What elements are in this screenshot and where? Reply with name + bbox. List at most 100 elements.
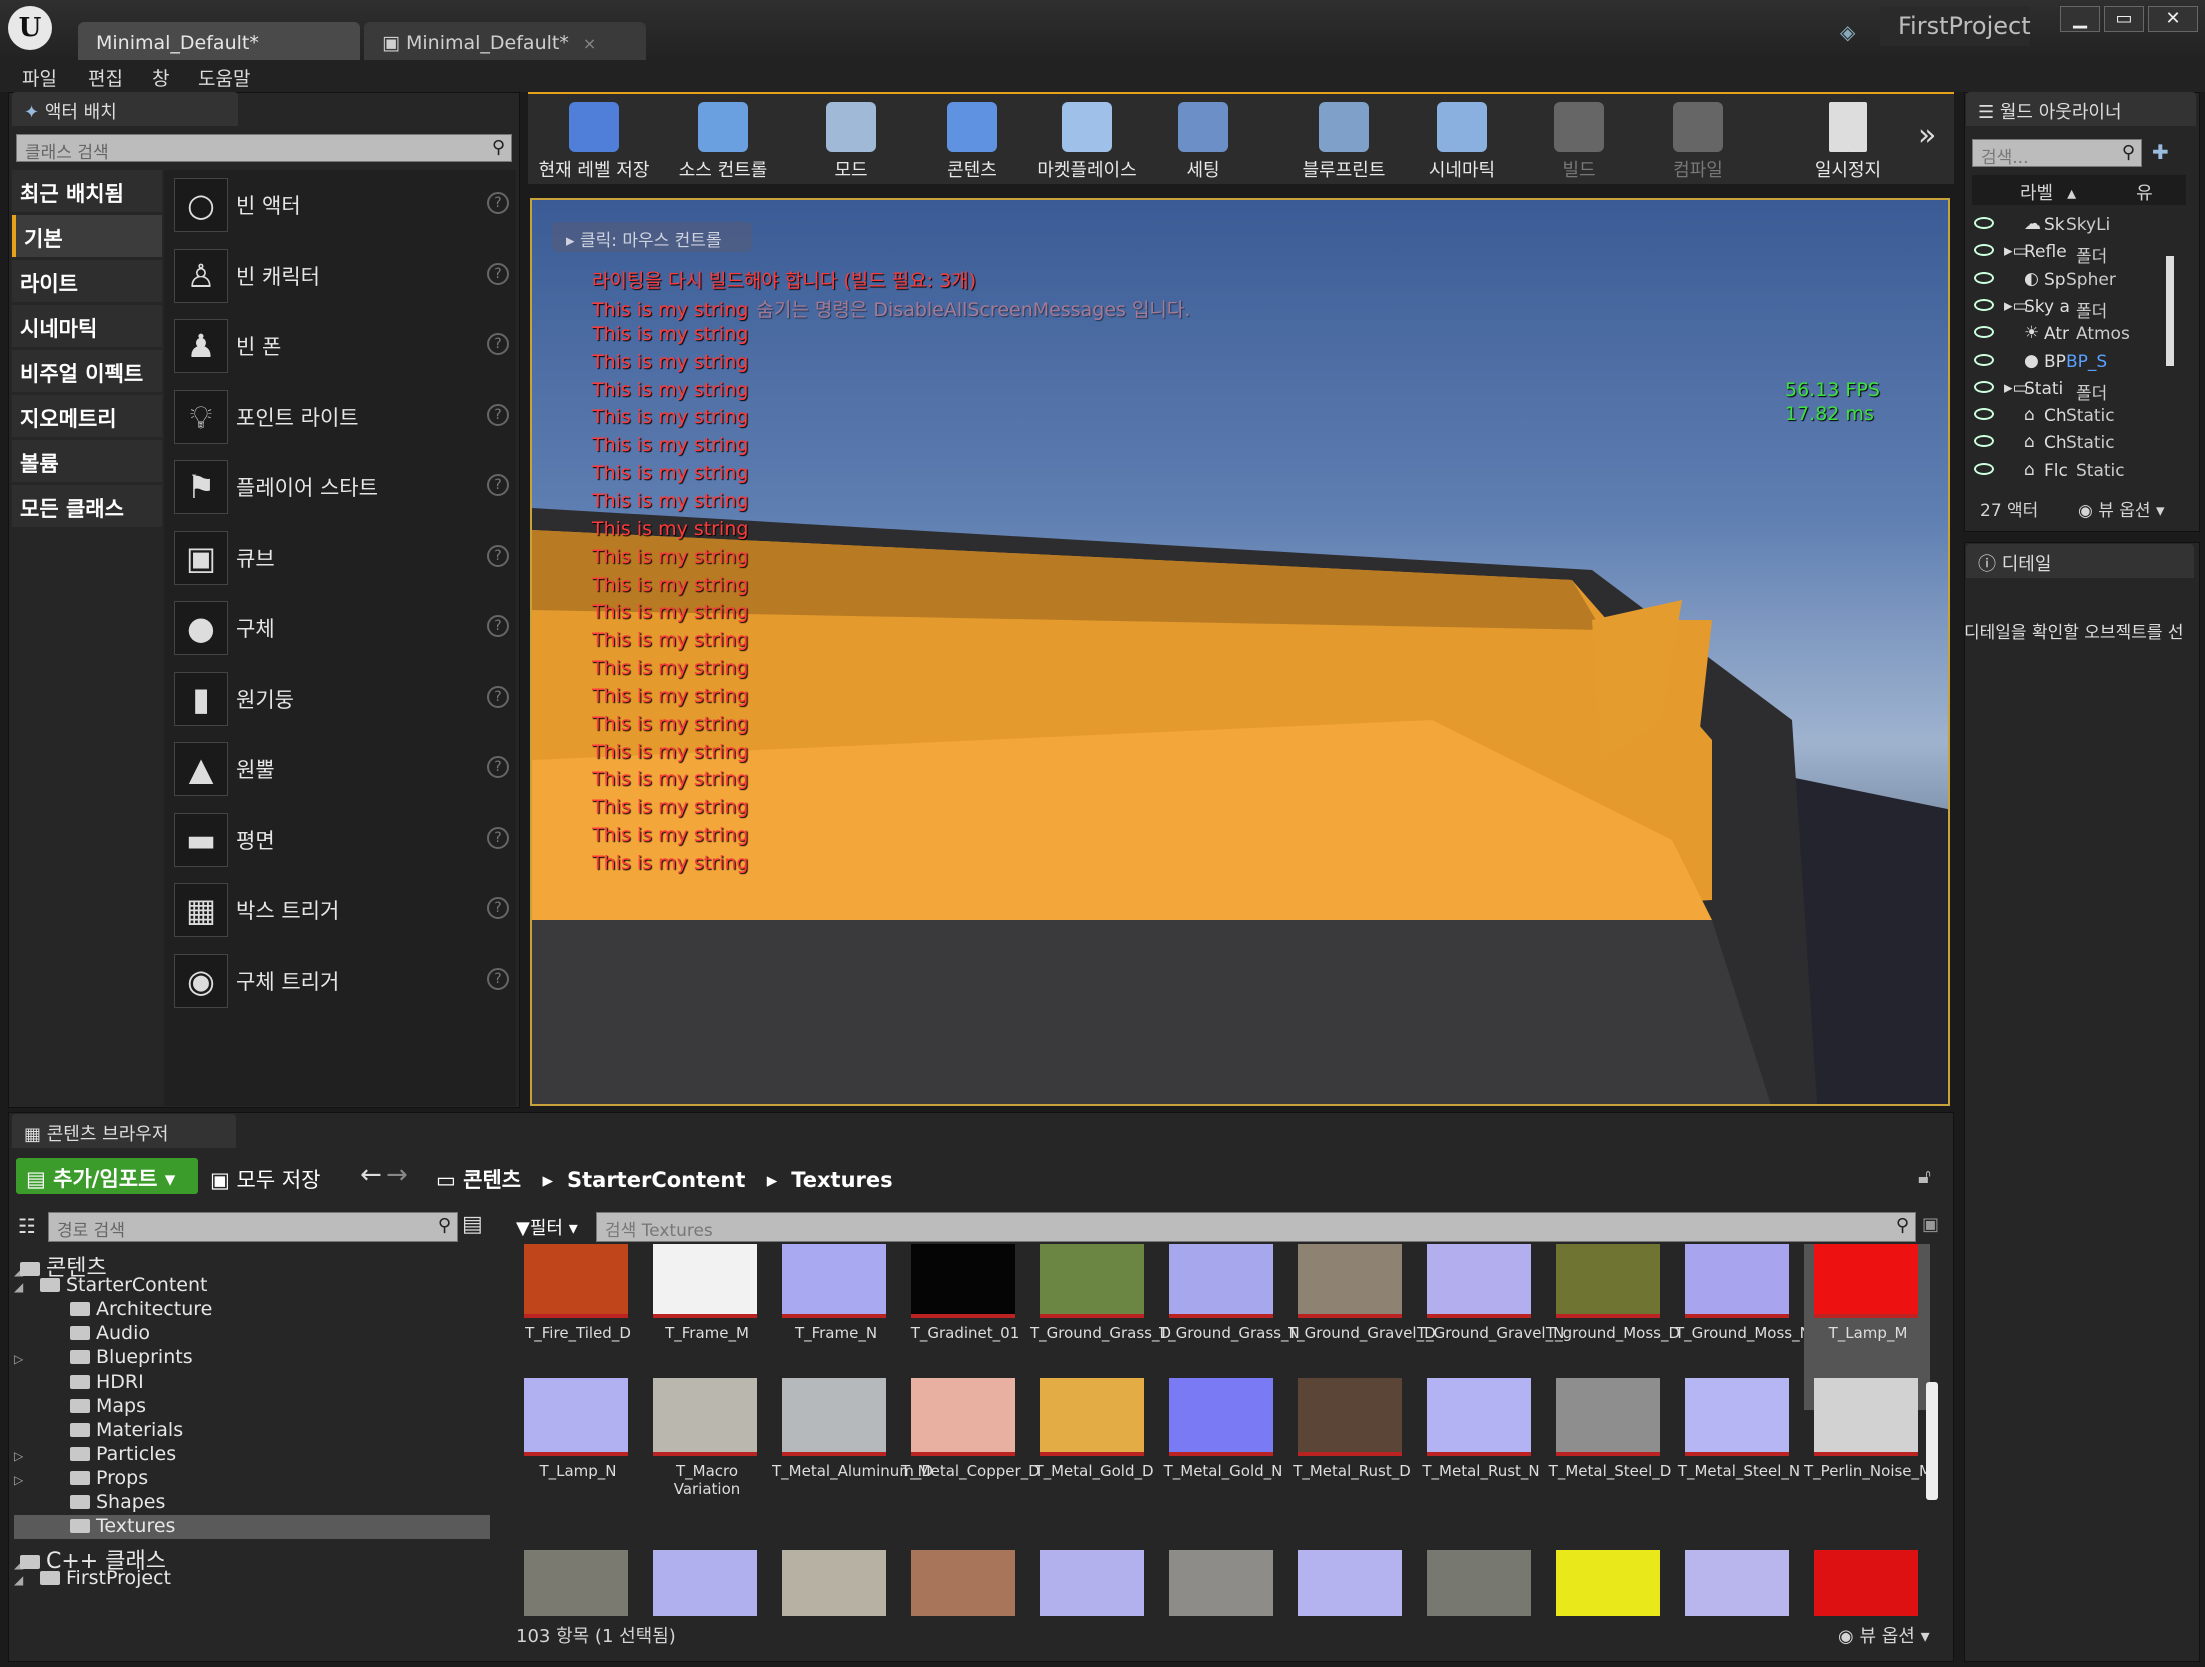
tree-folder-item[interactable]: ◢ StarterContent <box>14 1274 490 1298</box>
close-window-button[interactable]: ✕ <box>2148 6 2198 32</box>
visibility-eye-icon[interactable] <box>1974 380 1994 393</box>
help-icon[interactable]: ? <box>487 685 509 708</box>
outliner-row[interactable]: ◐ Sp Spher <box>1974 268 2180 295</box>
category-item[interactable]: 비주얼 이펙트 <box>12 350 162 392</box>
add-folder-icon[interactable]: ✚ <box>2152 140 2169 164</box>
tree-folder-item[interactable]: ◢ C++ 클래스 <box>14 1543 490 1574</box>
blueprint-button[interactable]: 블루프린트 <box>1290 96 1398 182</box>
save-button[interactable]: 현재 레벨 저장 <box>538 96 650 182</box>
visibility-eye-icon[interactable] <box>1974 408 1994 421</box>
actor-item[interactable]: 💡︎ 포인트 라이트? <box>170 382 515 452</box>
help-icon[interactable]: ? <box>487 756 509 778</box>
tree-folder-item[interactable]: ▷ Blueprints <box>14 1346 490 1370</box>
actor-item[interactable]: ▮ 원기둥? <box>170 664 515 734</box>
breadcrumb-startercontent[interactable]: StarterContent <box>567 1168 745 1192</box>
category-item[interactable]: 최근 배치됨 <box>12 170 162 212</box>
outliner-scrollbar[interactable] <box>2166 256 2174 366</box>
tree-expander-icon[interactable]: ▷ <box>14 1352 70 1366</box>
actor-item[interactable]: ⚑ 플레이어 스타트? <box>170 452 515 522</box>
search-icon[interactable]: ⚲ <box>492 137 505 158</box>
help-icon[interactable]: ? <box>487 544 509 567</box>
outliner-row[interactable]: ▸▭ Sky a 폴더 <box>1974 295 2180 322</box>
modes-button[interactable]: 모드 <box>814 96 888 182</box>
asset-tile[interactable] <box>1288 1550 1416 1616</box>
outliner-row[interactable]: ☀ Atr Atmos <box>1974 322 2180 349</box>
doc-tab-2[interactable]: ▣ Minimal_Default* × <box>364 22 646 60</box>
save-all-button[interactable]: ▣ 모두 저장 <box>210 1164 321 1194</box>
asset-tile[interactable]: T_Perlin_Noise_M <box>1804 1378 1930 1548</box>
asset-tile[interactable] <box>1675 1550 1803 1616</box>
maximize-button[interactable]: ▭ <box>2104 6 2144 32</box>
back-arrow-icon[interactable]: ← <box>360 1160 382 1190</box>
category-item[interactable]: 볼륨 <box>12 440 162 482</box>
forward-arrow-icon[interactable]: → <box>386 1160 408 1190</box>
tree-view-options-icon[interactable]: ▤ <box>462 1212 483 1237</box>
tree-expander-icon[interactable]: ▷ <box>14 1473 70 1487</box>
actor-item[interactable]: ▣ 큐브? <box>170 523 515 593</box>
outliner-search-input[interactable]: 검색... ⚲ <box>1972 139 2142 168</box>
actor-item[interactable]: ▲ 원뿔? <box>170 734 515 804</box>
visibility-eye-icon[interactable] <box>1974 244 1994 257</box>
asset-tile[interactable]: T_Metal_Steel_N <box>1675 1378 1803 1548</box>
actor-item[interactable]: ♙ 빈 캐릭터? <box>170 241 515 311</box>
tree-expander-icon[interactable]: ▷ <box>14 1449 70 1463</box>
filter-button[interactable]: ▼필터 ▾ <box>512 1210 586 1242</box>
asset-tile[interactable] <box>514 1550 642 1616</box>
help-icon[interactable]: ? <box>487 333 509 355</box>
content-button[interactable]: 콘텐츠 <box>932 96 1012 182</box>
build-button[interactable]: 빌드 <box>1546 96 1612 182</box>
category-item[interactable]: 라이트 <box>12 260 162 302</box>
visibility-eye-icon[interactable] <box>1974 271 1994 284</box>
tree-folder-item[interactable]: Materials <box>14 1419 490 1443</box>
tree-expander-icon[interactable]: ◢ <box>14 1280 40 1294</box>
search-icon[interactable]: ⚲ <box>2122 142 2135 163</box>
actor-item[interactable]: ◉ 구체 트리거? <box>170 946 515 1016</box>
help-icon[interactable]: ? <box>487 262 509 285</box>
asset-tile[interactable]: T_Metal_Copper_D <box>901 1378 1040 1548</box>
help-icon[interactable]: ? <box>487 403 509 426</box>
asset-tile[interactable] <box>772 1550 900 1616</box>
compile-button[interactable]: 컴파일 <box>1656 96 1740 182</box>
help-icon[interactable]: ? <box>487 826 509 849</box>
content-browser-tab[interactable]: ▦ 콘텐츠 브라우저 <box>12 1114 236 1148</box>
level-viewport[interactable]: ▸ 클릭: 마우스 컨트롤 라이팅을 다시 빌드해야 합니다 (빌드 필요: 3… <box>530 198 1950 1106</box>
tree-folder-item[interactable]: Audio <box>14 1322 490 1346</box>
place-actors-tab[interactable]: ✦ 액터 배치 <box>12 92 238 126</box>
actor-item[interactable]: ♟ 빈 폰? <box>170 311 515 381</box>
pause-button[interactable]: 일시정지 <box>1802 96 1894 182</box>
world-outliner-tab[interactable]: ☰ 월드 아웃라이너 <box>1966 92 2196 126</box>
asset-tile[interactable]: T_Metal_Steel_D <box>1546 1378 1674 1548</box>
help-icon[interactable]: ? <box>487 615 509 637</box>
sources-toggle-icon[interactable]: ☷ <box>18 1214 36 1238</box>
source-control-button[interactable]: 소스 컨트롤 <box>660 96 786 182</box>
outliner-row[interactable]: ⌂ Flc Static <box>1974 459 2180 486</box>
add-import-button[interactable]: ▤ 추가/임포트 ▾ <box>16 1158 198 1194</box>
cinematics-button[interactable]: 시네마틱 <box>1406 96 1518 182</box>
tree-folder-item[interactable]: Maps <box>14 1395 490 1419</box>
asset-tile[interactable]: T_Metal_Rust_D <box>1288 1378 1416 1548</box>
doc-tab-1[interactable]: Minimal_Default* <box>78 22 360 60</box>
asset-grid-scrollbar[interactable] <box>1926 1382 1938 1500</box>
tree-folder-item[interactable]: ▷ Particles <box>14 1443 490 1467</box>
label-column-header[interactable]: 라벨 <box>2020 183 2053 204</box>
visibility-eye-icon[interactable] <box>1974 298 1994 311</box>
actor-item[interactable]: ○ 빈 액터? <box>170 170 515 240</box>
visibility-eye-icon[interactable] <box>1974 217 1994 229</box>
asset-tile[interactable] <box>1546 1550 1674 1616</box>
tree-folder-item[interactable]: ◢ FirstProject <box>14 1567 490 1591</box>
asset-search-input[interactable]: 검색 Textures ⚲ <box>596 1212 1916 1242</box>
tree-expander-icon[interactable]: ◢ <box>14 1573 40 1587</box>
asset-tile[interactable] <box>643 1550 771 1616</box>
tree-folder-item[interactable]: HDRI <box>14 1371 490 1395</box>
help-icon[interactable]: ? <box>487 897 509 919</box>
menu-help[interactable]: 도움말 <box>198 64 250 91</box>
menu-window[interactable]: 창 <box>152 64 169 91</box>
asset-tile[interactable]: T_Macro Variation <box>643 1378 771 1548</box>
close-icon[interactable]: × <box>583 34 596 53</box>
type-column-header[interactable]: 유 <box>2136 183 2153 204</box>
category-item[interactable]: 기본 <box>12 215 162 257</box>
asset-tile[interactable] <box>1030 1550 1158 1616</box>
asset-tile[interactable] <box>1417 1550 1545 1616</box>
asset-tile[interactable] <box>1804 1550 1930 1616</box>
save-search-icon[interactable]: ▣ <box>1922 1214 1939 1235</box>
